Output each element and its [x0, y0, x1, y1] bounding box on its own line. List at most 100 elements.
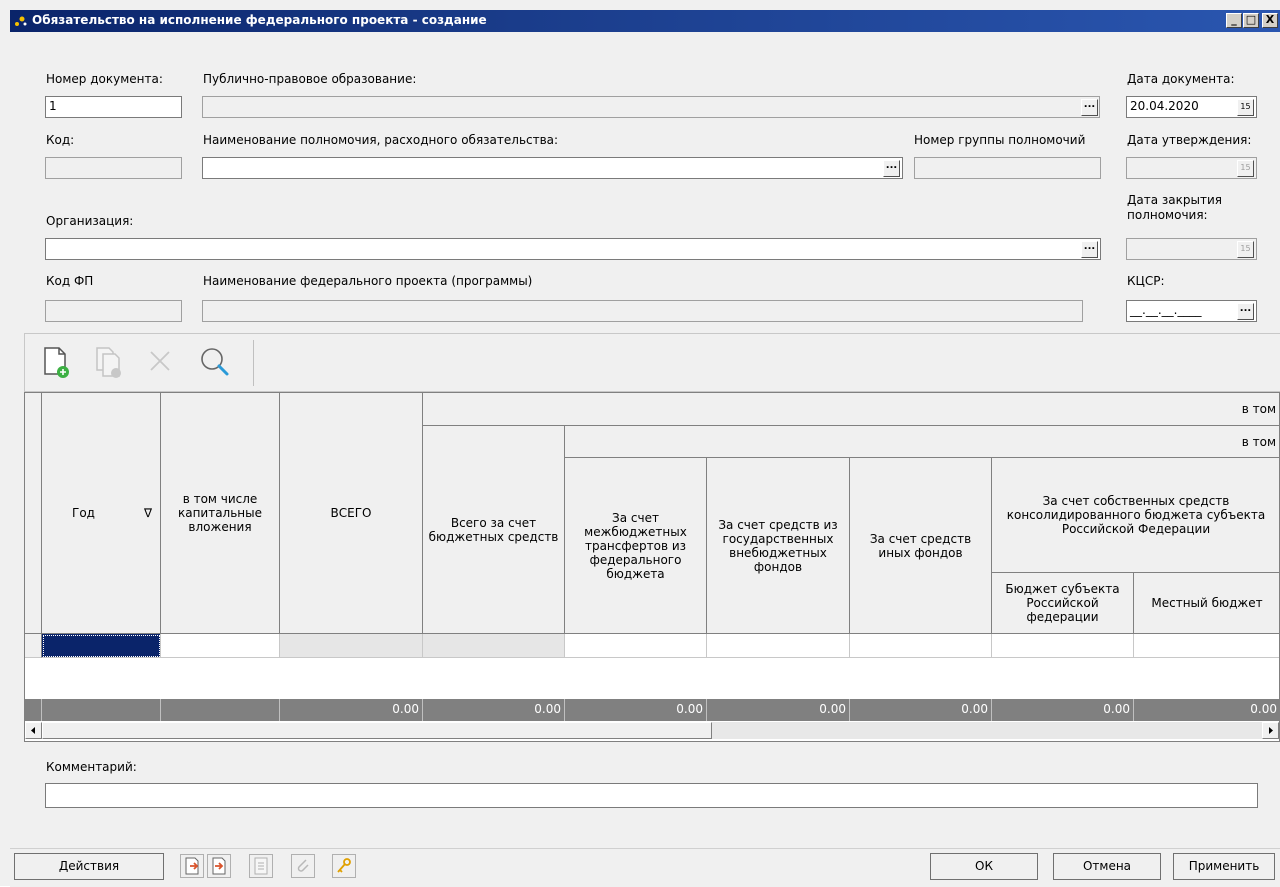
column-header-other-funds[interactable]: За счет средств иных фондов: [850, 458, 992, 634]
sign-button[interactable]: [332, 854, 356, 878]
organization-input[interactable]: [45, 238, 1101, 260]
fp-name-input[interactable]: [202, 300, 1083, 322]
public-entity-input[interactable]: [202, 96, 1100, 118]
close-date-calendar-button[interactable]: 15: [1237, 241, 1254, 258]
arrow-left-icon: [31, 727, 35, 734]
authority-group-label: Номер группы полномочий: [914, 133, 1086, 147]
title-bar: Обязательство на исполнение федерального…: [10, 10, 1280, 32]
column-header-capital[interactable]: в том числе капитальные вложения: [161, 393, 280, 634]
report-icon: [254, 857, 268, 875]
totals-other-funds: 0.00: [850, 699, 992, 721]
code-label: Код:: [46, 133, 75, 147]
app-icon: [15, 16, 27, 26]
doc-number-input[interactable]: 1: [45, 96, 182, 118]
calendar-icon: 15: [1240, 163, 1251, 172]
ellipsis-icon: ...: [1083, 241, 1096, 252]
approval-date-calendar-button[interactable]: 15: [1237, 160, 1254, 177]
close-date-label-line1: Дата закрытия: [1127, 193, 1222, 207]
totals-year: [42, 699, 161, 721]
other-funds-cell[interactable]: [850, 634, 992, 658]
organization-select-button[interactable]: ...: [1081, 241, 1098, 258]
total-cell: [280, 634, 423, 658]
sort-icon[interactable]: ∇: [144, 506, 152, 520]
import-button[interactable]: [180, 854, 204, 878]
totals-total: 0.00: [280, 699, 423, 721]
export-icon: [212, 857, 226, 875]
doc-number-label: Номер документа:: [46, 72, 163, 86]
column-header-subject-budget[interactable]: Бюджет субъекта Российской федерации: [992, 573, 1134, 634]
ellipsis-icon: ...: [885, 160, 898, 171]
public-entity-select-button[interactable]: ...: [1081, 99, 1098, 116]
calendar-icon: 15: [1240, 102, 1251, 111]
window: Обязательство на исполнение федерального…: [0, 0, 1280, 887]
minimize-icon: _: [1231, 13, 1237, 26]
comment-label: Комментарий:: [46, 760, 137, 774]
budget-total-cell: [423, 634, 565, 658]
copy-document-icon[interactable]: [91, 344, 125, 380]
totals-state-funds: 0.00: [707, 699, 850, 721]
authority-name-label: Наименование полномочия, расходного обяз…: [203, 133, 559, 147]
local-budget-cell[interactable]: [1134, 634, 1279, 658]
attach-button[interactable]: [291, 854, 315, 878]
export-button[interactable]: [207, 854, 231, 878]
subject-budget-cell[interactable]: [992, 634, 1134, 658]
doc-date-label: Дата документа:: [1127, 72, 1235, 86]
year-cell[interactable]: [42, 634, 161, 658]
authority-group-input[interactable]: [914, 157, 1101, 179]
state-funds-cell[interactable]: [707, 634, 850, 658]
scroll-thumb[interactable]: [42, 722, 712, 739]
authority-name-select-button[interactable]: ...: [883, 160, 900, 177]
search-icon[interactable]: [197, 344, 231, 380]
close-icon: X: [1265, 13, 1275, 26]
close-date-label-line2: полномочия:: [1127, 208, 1208, 222]
column-header-budget-total[interactable]: Всего за счет бюджетных средств: [423, 426, 565, 634]
totals-federal-transfers: 0.00: [565, 699, 707, 721]
column-header-year[interactable]: Год ∇: [42, 393, 161, 634]
close-button[interactable]: X: [1262, 13, 1278, 28]
delete-icon[interactable]: [143, 344, 177, 380]
totals-local-budget: 0.00: [1134, 699, 1279, 721]
scroll-left-button[interactable]: [25, 722, 42, 739]
apply-button[interactable]: Применить: [1173, 853, 1275, 880]
cancel-button[interactable]: Отмена: [1053, 853, 1161, 880]
totals-subject-budget: 0.00: [992, 699, 1134, 721]
horizontal-scrollbar[interactable]: [25, 722, 1279, 739]
arrow-right-icon: [1269, 727, 1273, 734]
column-header-state-funds[interactable]: За счет средств из государственных внебю…: [707, 458, 850, 634]
code-input[interactable]: [45, 157, 182, 179]
column-header-federal-transfers[interactable]: За счет межбюджетных трансфертов из феде…: [565, 458, 707, 634]
ok-button[interactable]: ОК: [930, 853, 1038, 880]
column-header-local-budget[interactable]: Местный бюджет: [1134, 573, 1279, 634]
new-document-icon[interactable]: [39, 344, 73, 380]
totals-capital: [161, 699, 280, 721]
row-indicator[interactable]: [25, 634, 42, 658]
scroll-right-button[interactable]: [1262, 722, 1279, 739]
totals-indicator: [25, 699, 42, 721]
totals-budget-total: 0.00: [423, 699, 565, 721]
kcsr-label: КЦСР:: [1127, 274, 1165, 288]
federal-transfers-cell[interactable]: [565, 634, 707, 658]
grid-toolbar: [24, 333, 1280, 392]
group-header-including-2: в том: [565, 426, 1279, 458]
capital-cell[interactable]: [161, 634, 280, 658]
fp-code-label: Код ФП: [46, 274, 94, 288]
kcsr-select-button[interactable]: ...: [1237, 303, 1254, 320]
import-icon: [185, 857, 199, 875]
public-entity-label: Публично-правовое образование:: [203, 72, 417, 86]
comment-input[interactable]: [45, 783, 1258, 808]
fp-code-input[interactable]: [45, 300, 182, 322]
data-grid: Год ∇ в том числе капитальные вложения В…: [24, 392, 1280, 742]
minimize-button[interactable]: _: [1226, 13, 1242, 28]
fp-name-label: Наименование федерального проекта (прогр…: [203, 274, 533, 288]
key-icon: [337, 858, 351, 873]
approval-date-label: Дата утверждения:: [1127, 133, 1252, 147]
column-header-total[interactable]: ВСЕГО: [280, 393, 423, 634]
year-header-label: Год: [72, 506, 95, 520]
window-title: Обязательство на исполнение федерального…: [32, 13, 487, 27]
toolbar-separator: [253, 340, 254, 386]
doc-date-calendar-button[interactable]: 15: [1237, 99, 1254, 116]
actions-button[interactable]: Действия: [14, 853, 164, 880]
authority-name-input[interactable]: [202, 157, 903, 179]
report-button[interactable]: [249, 854, 273, 878]
maximize-button[interactable]: □: [1243, 13, 1259, 28]
